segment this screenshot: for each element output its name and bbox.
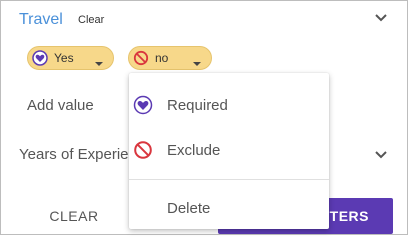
years-filter-label[interactable]: Years of Experience <box>19 146 129 163</box>
block-icon <box>133 50 149 66</box>
collapse-chevron[interactable] <box>372 9 390 27</box>
menu-item-label: Delete <box>167 199 211 217</box>
chip-no[interactable]: no <box>128 46 212 70</box>
filter-title: Travel <box>19 11 63 28</box>
chip-yes[interactable]: Yes <box>27 46 114 70</box>
chip-label: Yes <box>54 51 74 65</box>
menu-item-exclude[interactable]: Exclude <box>129 133 329 167</box>
menu-divider <box>129 179 329 180</box>
clear-button[interactable]: CLEAR <box>29 201 119 231</box>
menu-item-label: Exclude <box>167 141 221 159</box>
add-value-input[interactable]: Add value <box>27 97 94 114</box>
chevron-down-icon <box>375 151 387 159</box>
years-expand-chevron[interactable] <box>372 146 390 164</box>
menu-item-required[interactable]: Required <box>129 88 329 122</box>
heart-icon <box>133 95 153 115</box>
filter-clear-link[interactable]: Clear <box>78 14 104 26</box>
heart-icon <box>32 50 48 66</box>
chip-label: no <box>155 51 169 65</box>
chevron-down-icon <box>375 14 387 22</box>
block-icon <box>133 140 153 160</box>
menu-item-delete[interactable]: Delete <box>129 191 329 225</box>
menu-item-label: Required <box>167 96 228 114</box>
caret-down-icon <box>192 56 202 70</box>
chip-options-menu: Required Exclude Delete <box>129 73 329 229</box>
caret-down-icon <box>94 56 104 70</box>
